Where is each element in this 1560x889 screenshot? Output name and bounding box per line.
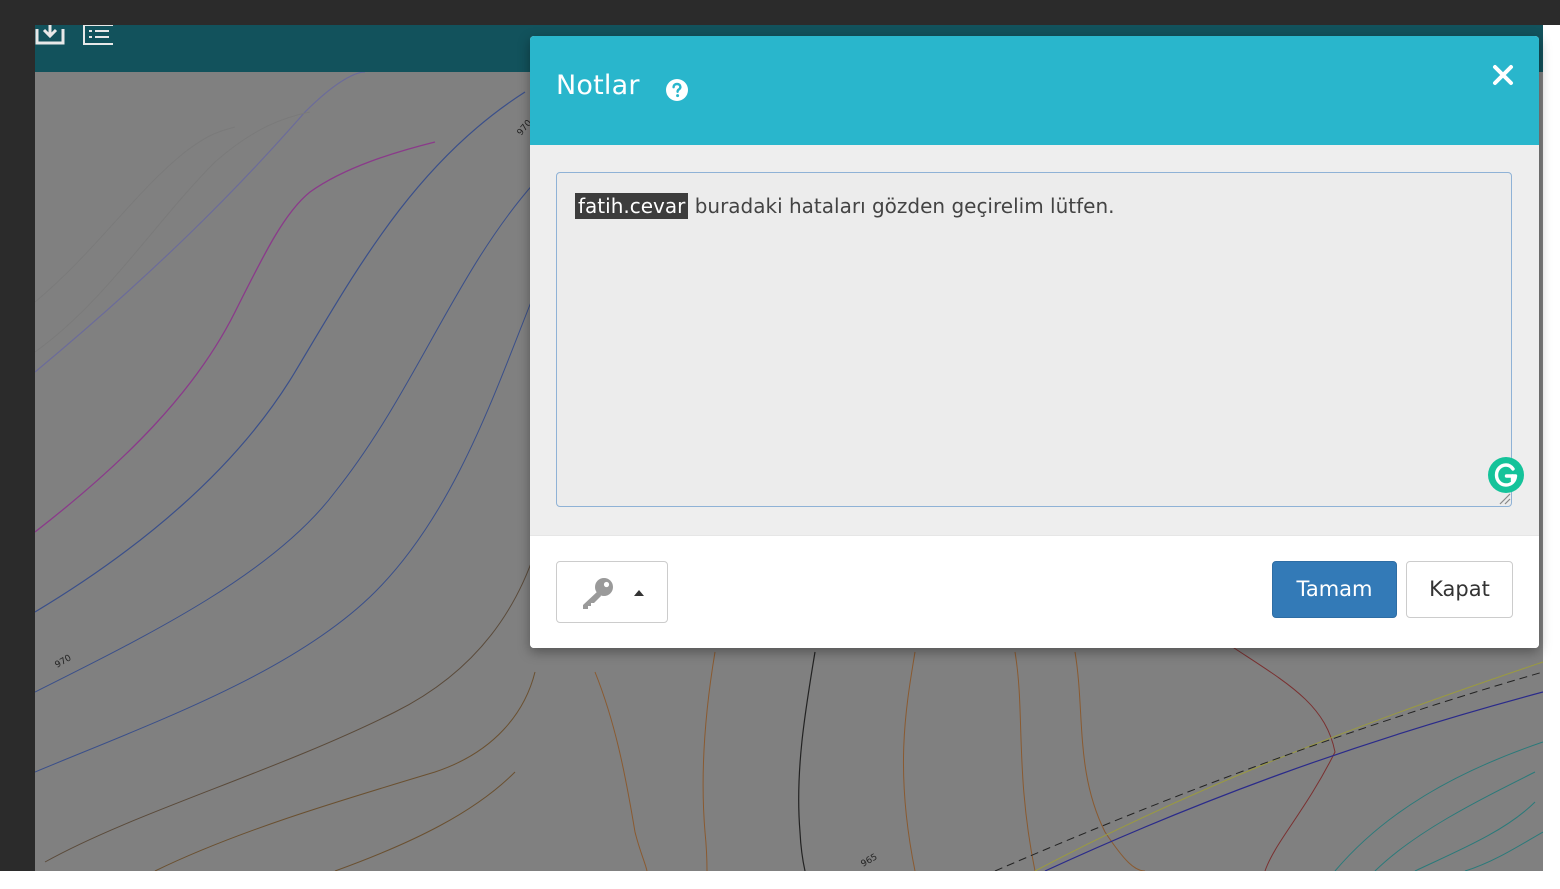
- permission-dropdown-button[interactable]: [556, 561, 668, 623]
- close-icon[interactable]: [1490, 62, 1516, 88]
- modal-footer: Tamam Kapat: [530, 535, 1539, 648]
- modal-body: fatih.cevar buradaki hataları gözden geç…: [530, 145, 1539, 535]
- modal-header: Notlar: [530, 36, 1539, 145]
- contour-label: 970: [54, 653, 74, 670]
- close-button[interactable]: Kapat: [1406, 561, 1513, 618]
- key-icon: [583, 578, 613, 609]
- question-circle-icon[interactable]: [665, 78, 689, 102]
- user-mention[interactable]: fatih.cevar: [575, 193, 689, 219]
- ok-button[interactable]: Tamam: [1272, 561, 1397, 618]
- page-margin-right: [1543, 25, 1560, 889]
- download-icon[interactable]: [35, 25, 65, 45]
- grammarly-icon[interactable]: [1487, 456, 1525, 494]
- note-text: buradaki hataları gözden geçirelim lütfe…: [688, 194, 1115, 218]
- notes-modal: Notlar fatih.cevar buradaki hataları göz…: [530, 36, 1539, 648]
- contour-label: 965: [860, 852, 880, 869]
- note-textarea[interactable]: fatih.cevar buradaki hataları gözden geç…: [556, 172, 1524, 507]
- resize-handle-icon[interactable]: [1497, 491, 1511, 505]
- caret-up-icon: [634, 590, 644, 596]
- list-icon[interactable]: [83, 25, 113, 45]
- page-margin-bottom: [0, 871, 1560, 889]
- modal-title: Notlar: [556, 70, 640, 101]
